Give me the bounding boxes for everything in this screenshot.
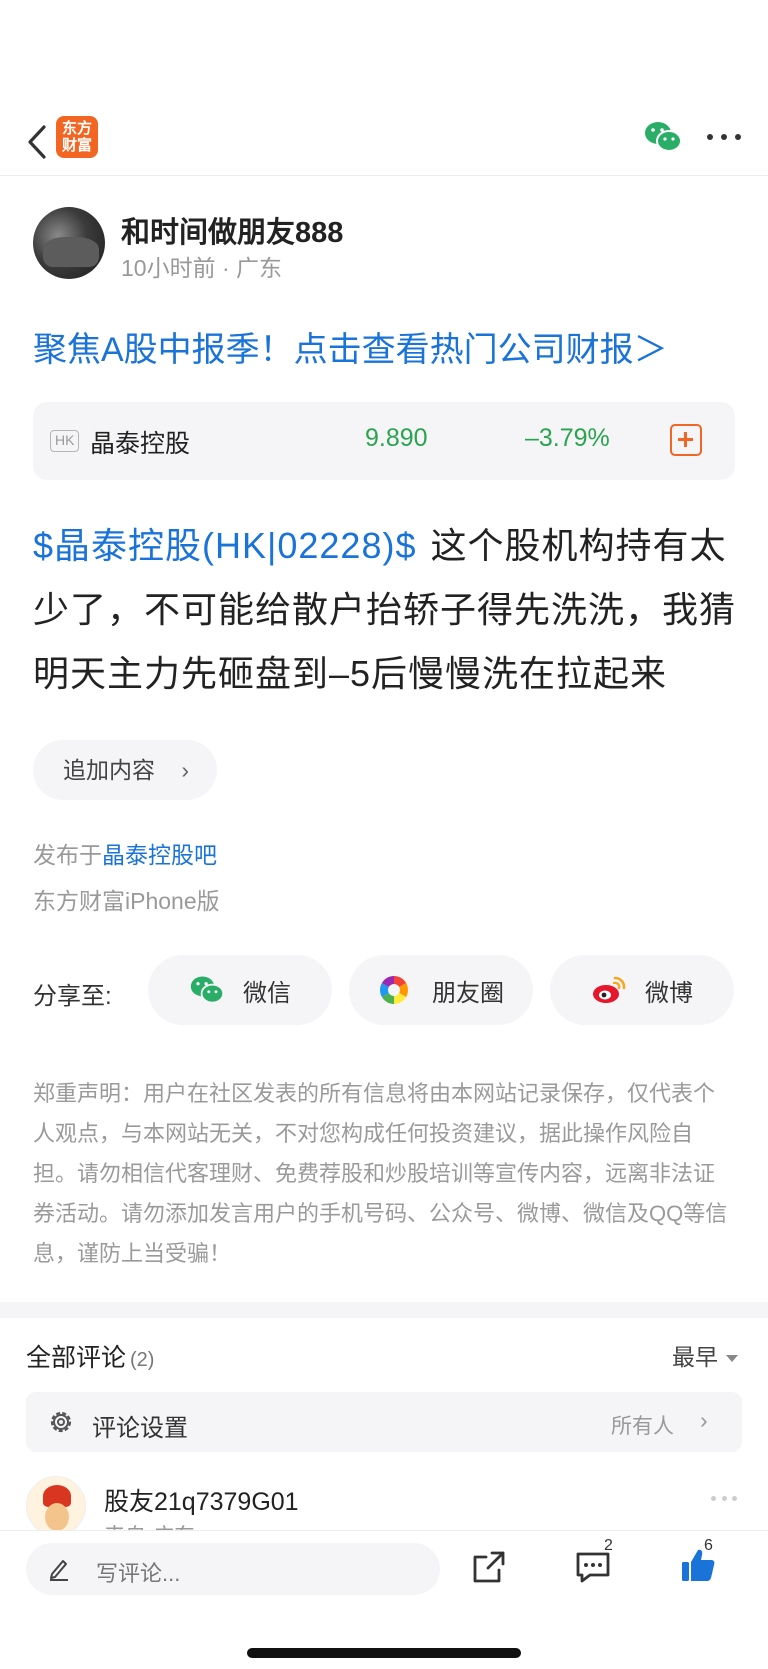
gear-icon <box>50 1411 72 1433</box>
home-indicator <box>247 1648 521 1658</box>
share-wechat-label: 微信 <box>243 979 291 1007</box>
append-content-button[interactable]: 追加内容 › <box>33 740 217 800</box>
dot-icon <box>732 1496 737 1501</box>
published-prefix: 发布于 <box>33 842 102 868</box>
share-label: 分享至: <box>33 983 112 1010</box>
write-comment-placeholder: 写评论... <box>96 1561 181 1586</box>
comment-item: 股友21q7379G01 来自·广东 <box>26 1476 742 1530</box>
moments-icon <box>378 974 414 1006</box>
author-avatar[interactable] <box>33 207 105 279</box>
caret-down-icon <box>726 1355 738 1363</box>
chevron-right-icon: › <box>700 1407 708 1433</box>
append-content-label: 追加内容 <box>63 757 155 783</box>
share-moments-label: 朋友圈 <box>432 979 504 1007</box>
pen-icon <box>50 1560 68 1581</box>
disclaimer-text: 郑重声明：用户在社区发表的所有信息将由本网站记录保存，仅代表个人观点，与本网站无… <box>33 1081 728 1266</box>
client-info: 东方财富iPhone版 <box>33 888 220 914</box>
dot-icon <box>721 134 727 140</box>
dot-icon <box>707 134 713 140</box>
like-count: 6 <box>704 1537 713 1554</box>
more-menu-button[interactable] <box>707 126 741 148</box>
comment-icon[interactable] <box>575 1550 611 1584</box>
dot-icon <box>711 1496 716 1501</box>
chevron-right-icon: › <box>181 757 189 783</box>
top-nav-bar: 东方 财富 <box>0 108 768 176</box>
promo-link[interactable]: 聚焦A股中报季！点击查看热门公司财报＞ <box>33 322 668 371</box>
sort-label: 最早 <box>672 1344 718 1370</box>
author-header: 和时间做朋友888 10小时前 · 广东 <box>33 207 733 281</box>
market-badge: HK <box>50 430 80 452</box>
share-weibo-button[interactable]: 微博 <box>550 955 734 1025</box>
forum-link[interactable]: 晶泰控股吧 <box>102 842 217 868</box>
author-name[interactable]: 和时间做朋友888 <box>121 209 343 251</box>
commenter-name[interactable]: 股友21q7379G01 <box>104 1482 299 1518</box>
add-watchlist-icon[interactable] <box>670 424 702 456</box>
share-weibo-label: 微博 <box>645 979 693 1007</box>
comment-settings-row[interactable]: 评论设置 所有人 › <box>26 1392 742 1452</box>
post-content: $晶泰控股(HK|02228)$ 这个股机构持有太少了，不可能给散户抬轿子得先洗洗… <box>33 514 739 706</box>
back-button[interactable] <box>22 122 52 162</box>
published-in: 发布于晶泰控股吧 <box>33 836 217 870</box>
share-icon[interactable] <box>472 1550 506 1584</box>
sort-dropdown[interactable]: 最早 <box>672 1338 738 1372</box>
comments-title-label: 全部评论 <box>26 1344 127 1372</box>
stock-card[interactable]: HK 晶泰控股 9.890 –3.79% <box>33 402 735 480</box>
comments-count: (2) <box>130 1349 155 1371</box>
dot-icon <box>721 1496 727 1501</box>
comment-more-button[interactable] <box>711 1496 737 1502</box>
share-wechat-button[interactable]: 微信 <box>148 955 332 1025</box>
write-comment-input[interactable]: 写评论... <box>26 1543 440 1595</box>
commenter-avatar[interactable] <box>26 1476 86 1530</box>
share-moments-button[interactable]: 朋友圈 <box>349 955 533 1025</box>
comment-settings-value: 所有人 <box>611 1415 674 1438</box>
app-logo[interactable]: 东方 财富 <box>56 116 98 158</box>
comment-meta: 来自·广东 <box>104 1520 195 1530</box>
wechat-icon <box>189 974 225 1006</box>
bottom-action-bar: 写评论... 2 6 <box>0 1530 768 1669</box>
chevron-left-icon <box>28 125 46 159</box>
stock-price: 9.890 <box>365 424 428 452</box>
dot-icon <box>735 134 741 140</box>
comment-settings-label: 评论设置 <box>92 1415 188 1442</box>
post-meta: 10小时前 · 广东 <box>121 255 283 281</box>
section-divider <box>0 1302 768 1318</box>
stock-change: –3.79% <box>525 424 610 452</box>
comment-count: 2 <box>604 1537 613 1554</box>
stock-tag-link[interactable]: $晶泰控股(HK|02228)$ <box>33 525 417 566</box>
comments-title: 全部评论 (2) <box>26 1338 154 1374</box>
wechat-share-icon[interactable] <box>643 120 683 154</box>
weibo-icon <box>591 974 627 1006</box>
stock-name: 晶泰控股 <box>90 430 191 458</box>
